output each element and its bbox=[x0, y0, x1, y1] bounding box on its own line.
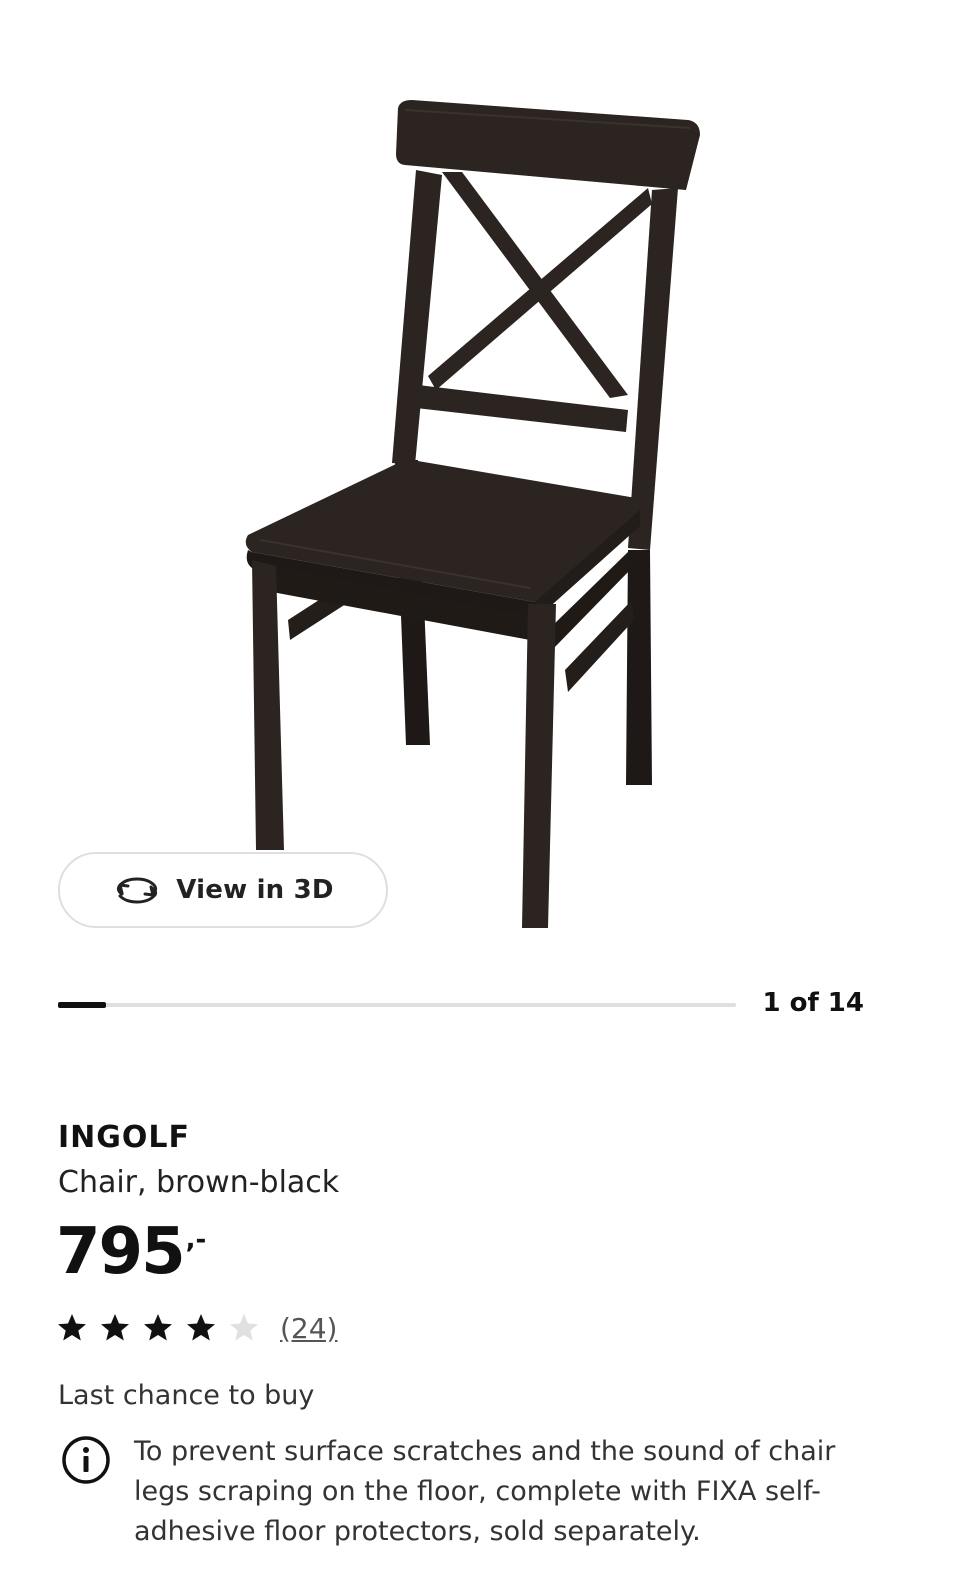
star-empty-icon bbox=[228, 1312, 260, 1344]
price-amount: 795 bbox=[56, 1215, 186, 1289]
info-notice: To prevent surface scratches and the sou… bbox=[60, 1432, 860, 1552]
product-description: Chair, brown-black bbox=[58, 1165, 340, 1200]
gallery-counter: 1 of 14 bbox=[762, 988, 864, 1018]
star-filled-icon bbox=[185, 1312, 217, 1344]
gallery-progress-bar[interactable] bbox=[58, 1002, 736, 1008]
view-in-3d-label: View in 3D bbox=[176, 875, 334, 905]
product-rating[interactable]: (24) bbox=[56, 1308, 337, 1348]
product-image[interactable] bbox=[200, 80, 760, 960]
product-price: 795 ,- bbox=[56, 1212, 206, 1292]
rotate-3d-icon bbox=[112, 874, 162, 906]
product-name: INGOLF bbox=[58, 1120, 191, 1155]
star-filled-icon bbox=[56, 1312, 88, 1344]
star-filled-icon bbox=[142, 1312, 174, 1344]
gallery-progress-fill bbox=[58, 1002, 107, 1008]
product-gallery[interactable]: View in 3D 1 of 14 bbox=[0, 0, 960, 1018]
info-icon bbox=[62, 1436, 110, 1484]
price-suffix: ,- bbox=[185, 1225, 207, 1255]
info-notice-text: To prevent surface scratches and the sou… bbox=[134, 1436, 836, 1547]
review-count-link[interactable]: (24) bbox=[280, 1312, 337, 1345]
view-in-3d-button[interactable]: View in 3D bbox=[58, 852, 388, 928]
rating-stars bbox=[56, 1312, 260, 1344]
availability-status: Last chance to buy bbox=[58, 1380, 315, 1411]
star-filled-icon bbox=[99, 1312, 131, 1344]
